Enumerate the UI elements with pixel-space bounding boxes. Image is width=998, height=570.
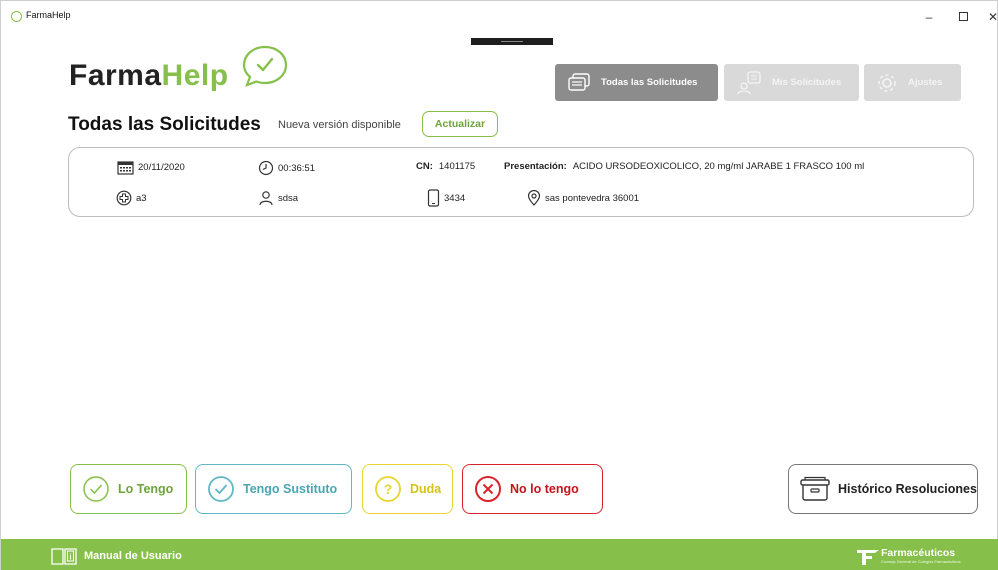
minimize-button[interactable]: – — [919, 7, 939, 27]
svg-text:?: ? — [384, 481, 393, 497]
tengo-sustituto-button[interactable]: Tengo Sustituto — [195, 464, 352, 514]
nav-mis-label: Mis Solicitudes — [772, 77, 842, 88]
app-logo-icon — [11, 11, 22, 22]
location-value: sas pontevedra 36001 — [545, 192, 640, 204]
farmaceuticos-logo: Farmacéuticos Consejo General de Colegio… — [855, 544, 961, 566]
request-pharmacy: a3 — [116, 190, 147, 206]
phone-icon — [427, 189, 440, 207]
user-value: sdsa — [278, 192, 299, 204]
user-chat-icon — [737, 70, 761, 94]
historico-label: Histórico Resoluciones — [838, 482, 977, 496]
cn-label: CN: — [416, 161, 433, 172]
request-location: sas pontevedra 36001 — [527, 190, 639, 206]
question-circle-icon: ? — [375, 476, 401, 502]
title-bar: FarmaHelp – ✕ — [1, 1, 998, 29]
lo-tengo-label: Lo Tengo — [118, 482, 174, 496]
request-phone: 3434 — [427, 189, 465, 207]
nav-todas-label: Todas las Solicitudes — [601, 77, 698, 88]
presentation-value: ACIDO URSODEOXICOLICO, 20 mg/ml JARABE 1… — [572, 161, 865, 172]
nav-ajustes[interactable]: Ajustes — [864, 64, 961, 101]
no-lo-tengo-label: No lo tengo — [510, 482, 579, 496]
chat-check-logo-icon — [242, 45, 288, 87]
no-lo-tengo-button[interactable]: No lo tengo — [462, 464, 603, 514]
pharmacy-value: a3 — [136, 192, 147, 204]
new-version-notice: Nueva versión disponible — [278, 119, 401, 131]
check-circle-icon — [208, 476, 234, 502]
book-info-icon: i — [51, 548, 77, 565]
request-cn: CN: 1401175 — [416, 161, 475, 172]
calendar-icon — [117, 161, 134, 175]
svg-text:i: i — [69, 553, 71, 562]
gear-icon — [878, 73, 896, 92]
logo-text-farma: Farma — [69, 59, 162, 92]
phone-value: 3434 — [444, 192, 466, 204]
footer-bar: i Manual de Usuario Farmacéuticos Consej… — [1, 539, 998, 570]
org-subtitle: Consejo General de Colegios Farmacéutico… — [881, 558, 961, 564]
cross-circle-icon — [116, 190, 132, 206]
manual-usuario-link[interactable]: i Manual de Usuario — [51, 547, 182, 565]
request-date: 20/11/2020 — [117, 160, 185, 175]
maximize-button[interactable] — [953, 7, 973, 27]
request-card[interactable]: 20/11/2020 00:36:51 CN: 1401175 Presenta… — [68, 147, 974, 217]
duda-label: Duda — [410, 482, 442, 496]
update-button[interactable]: Actualizar — [422, 111, 498, 137]
farmaceuticos-cross-icon — [857, 550, 879, 565]
request-date-value: 20/11/2020 — [138, 162, 185, 173]
window-title: FarmaHelp — [26, 10, 71, 20]
manual-label: Manual de Usuario — [84, 550, 182, 562]
chat-list-icon — [568, 72, 590, 91]
logo-text-help: Help — [161, 59, 229, 92]
request-user: sdsa — [258, 190, 298, 206]
presentation-label: Presentación: — [504, 161, 567, 172]
check-circle-icon — [83, 476, 109, 502]
drag-handle[interactable] — [471, 38, 553, 45]
close-button[interactable]: ✕ — [983, 7, 998, 27]
request-time: 00:36:51 — [258, 160, 315, 176]
app-logo: FarmaHelp — [69, 59, 229, 93]
request-presentation: Presentación: ACIDO URSODEOXICOLICO, 20 … — [504, 161, 864, 172]
nav-mis-solicitudes[interactable]: Mis Solicitudes — [724, 64, 859, 101]
tengo-sustituto-label: Tengo Sustituto — [243, 482, 338, 496]
person-icon — [259, 191, 273, 206]
clock-icon — [258, 160, 274, 176]
request-time-value: 00:36:51 — [278, 162, 315, 174]
location-pin-icon — [527, 190, 541, 206]
nav-ajustes-label: Ajustes — [908, 77, 943, 88]
page-title: Todas las Solicitudes — [68, 114, 261, 135]
app-window: FarmaHelp – ✕ FarmaHelp Todas las Solici… — [0, 0, 998, 570]
org-name: Farmacéuticos — [881, 546, 956, 559]
duda-button[interactable]: ? Duda — [362, 464, 453, 514]
historico-resoluciones-button[interactable]: Histórico Resoluciones — [788, 464, 978, 514]
archive-box-icon — [800, 476, 830, 501]
x-circle-icon — [475, 476, 501, 502]
cn-value: 1401175 — [438, 161, 476, 172]
nav-todas-solicitudes[interactable]: Todas las Solicitudes — [555, 64, 718, 101]
lo-tengo-button[interactable]: Lo Tengo — [70, 464, 187, 514]
